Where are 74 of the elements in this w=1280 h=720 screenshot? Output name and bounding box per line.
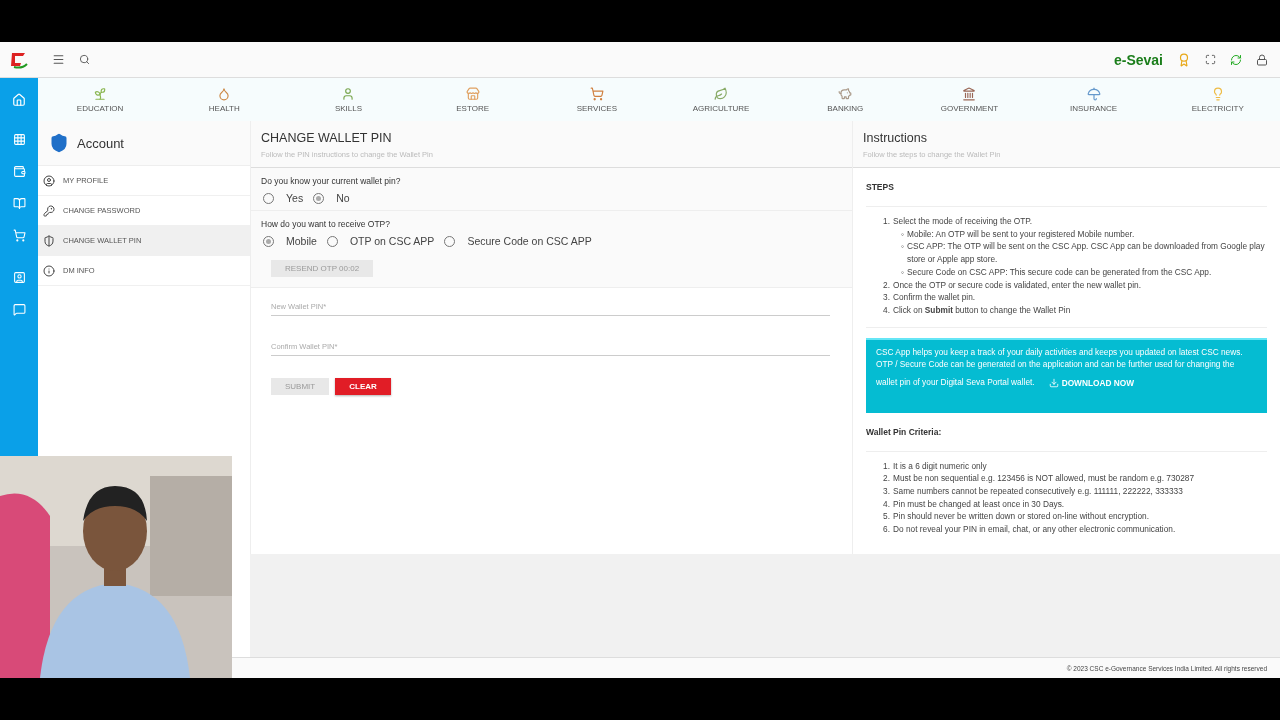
text: Confirm the wallet pin. xyxy=(893,291,976,304)
text: Mobile: An OTP will be sent to your registered Mobile number. xyxy=(907,227,1135,241)
list-marker: 6. xyxy=(882,523,890,536)
banner-text: CSC App helps you keep a track of your daily activities and keeps you updated on latest CSC news. OTP / Secure Code can be generated on the application and can be further used for changing the xyxy=(876,345,1244,371)
refresh-icon[interactable] xyxy=(1230,53,1242,66)
store-icon xyxy=(465,86,480,101)
text: Secure Code on CSC APP: This secure code can be generated from the CSC App. xyxy=(907,265,1212,279)
list-marker: 4. xyxy=(882,497,890,511)
logo-icon xyxy=(9,50,29,69)
medal-icon[interactable] xyxy=(1177,52,1191,67)
menu-icon[interactable] xyxy=(52,53,65,66)
category-tab[interactable]: HEALTH xyxy=(174,78,275,121)
text: Same numbers cannot be repeated consecutively e.g. 111111, 222222, 333333 xyxy=(893,485,1183,498)
sidebar-title: Account xyxy=(77,135,124,151)
option-label: Yes xyxy=(286,192,304,204)
category-tab[interactable]: EDUCATION xyxy=(50,78,151,121)
leaf-icon xyxy=(714,86,729,101)
key-icon xyxy=(43,204,55,217)
sprout-icon xyxy=(93,86,108,101)
text: Pin must be changed at least once in 30 Days. xyxy=(893,497,1065,511)
category-tab[interactable]: GOVERNMENT xyxy=(919,78,1020,121)
list-marker: 2. xyxy=(882,472,890,486)
piggy-bank-icon xyxy=(838,86,853,101)
text: Pin should never be written down or stored on-line without encryption. xyxy=(893,510,1149,524)
category-tab[interactable]: SERVICES xyxy=(546,78,647,121)
shield-icon xyxy=(49,133,69,153)
list-marker: 3. xyxy=(882,485,890,498)
building-icon xyxy=(962,86,977,101)
lock-icon[interactable] xyxy=(1256,53,1268,66)
droplet-icon xyxy=(217,86,232,101)
category-tab[interactable]: AGRICULTURE xyxy=(671,78,772,121)
category-tab[interactable]: SKILLS xyxy=(298,78,399,121)
clear-button[interactable]: CLEAR xyxy=(335,378,391,395)
question-text: How do you want to receive OTP? xyxy=(261,219,391,229)
list-marker: 1. xyxy=(882,459,890,473)
category-tab[interactable]: ELECTRICITY xyxy=(1167,78,1268,121)
option-label: Secure Code on CSC APP xyxy=(467,235,592,247)
list-marker: 3. xyxy=(882,291,890,304)
text: CSC APP: The OTP will be sent on the CSC App. CSC App can be downloaded from Google play store or Apple app store. xyxy=(907,240,1266,266)
download-icon xyxy=(1048,377,1059,388)
page-title: CHANGE WALLET PIN xyxy=(261,131,393,145)
panel-title: Instructions xyxy=(863,131,928,145)
list-marker: ◦ xyxy=(900,227,904,241)
person-icon xyxy=(43,174,55,187)
cart-icon xyxy=(589,86,604,101)
list-marker: 1. xyxy=(882,215,890,228)
option-label: Mobile xyxy=(286,235,317,247)
option-label: No xyxy=(336,192,350,204)
text: Select the mode of receiving the OTP. xyxy=(893,215,1033,228)
section-heading: STEPS xyxy=(866,168,1267,207)
banner-text: wallet pin of your Digital Seva Portal wallet. xyxy=(876,376,1035,389)
list-marker: ◦ xyxy=(900,240,904,254)
list-marker: 4. xyxy=(882,303,890,317)
question-text: Do you know your current wallet pin? xyxy=(261,176,402,186)
search-icon[interactable] xyxy=(79,54,90,65)
text: Once the OTP or secure code is validated, enter the new wallet pin. xyxy=(893,278,1141,292)
option-label: OTP on CSC APP xyxy=(349,235,435,247)
list-marker: 5. xyxy=(882,510,890,524)
umbrella-icon xyxy=(1086,86,1101,101)
category-tab[interactable]: ESTORE xyxy=(422,78,523,121)
category-tab[interactable]: BANKING xyxy=(795,78,896,121)
fullscreen-icon[interactable] xyxy=(1205,54,1216,65)
list-marker: 2. xyxy=(882,278,890,292)
info-icon xyxy=(43,264,55,277)
list-marker: ◦ xyxy=(900,265,904,279)
text: Do not reveal your PIN in email, chat, or any other electronic communication. xyxy=(893,523,1176,536)
section-heading: Wallet Pin Criteria: xyxy=(866,412,1267,452)
text: Click on Submit button to change the Wallet Pin xyxy=(893,303,1071,317)
category-tab[interactable]: INSURANCE xyxy=(1043,78,1144,121)
person-icon xyxy=(341,86,356,101)
text: It is a 6 digit numeric only xyxy=(893,459,987,473)
shield-icon xyxy=(43,234,55,247)
text: Must be non sequential e.g. 123456 is NOT allowed, must be random e.g. 730287 xyxy=(893,472,1195,486)
brand-name: e-Sevai xyxy=(1113,51,1163,68)
